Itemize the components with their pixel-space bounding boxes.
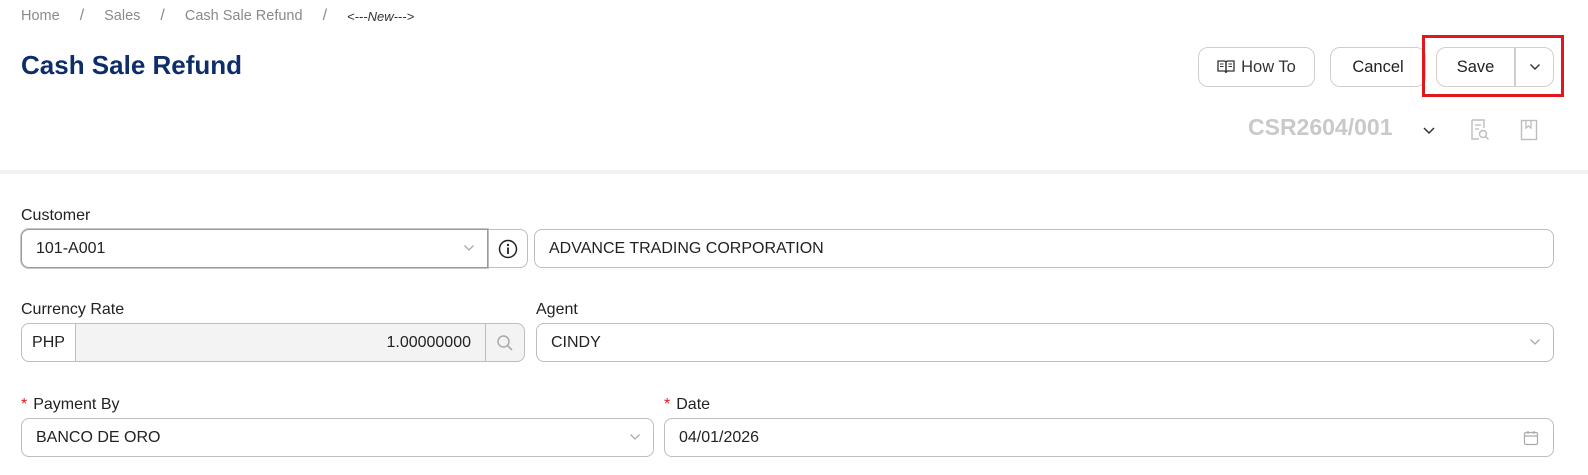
customer-label: Customer (21, 207, 91, 224)
book-icon (1217, 60, 1235, 74)
customer-name-field[interactable]: ADVANCE TRADING CORPORATION (534, 229, 1554, 268)
bookmark-icon (1520, 119, 1538, 141)
chevron-down-icon (630, 434, 640, 440)
agent-label: Agent (536, 301, 578, 318)
how-to-label: How To (1241, 57, 1296, 76)
payment-by-select[interactable]: BANCO DE ORO (21, 418, 654, 457)
currency-rate-field: 1.00000000 (75, 323, 486, 362)
customer-code-value: 101-A001 (36, 239, 106, 257)
chevron-down-icon (1530, 339, 1540, 345)
header-divider (0, 170, 1588, 174)
page-title: Cash Sale Refund (21, 50, 243, 80)
required-mark: * (21, 396, 28, 413)
breadcrumb-separator: / (79, 7, 85, 24)
bookmark-button[interactable] (1520, 119, 1538, 146)
currency-code: PHP (21, 323, 76, 362)
customer-name-value: ADVANCE TRADING CORPORATION (549, 239, 824, 257)
info-icon (498, 239, 518, 258)
breadcrumb: Home / Sales / Cash Sale Refund / <---Ne… (21, 6, 414, 26)
chevron-down-icon (464, 245, 474, 251)
breadcrumb-separator: / (160, 7, 165, 24)
currency-rate-label: Currency Rate (21, 301, 125, 318)
breadcrumb-cash-sale-refund[interactable]: Cash Sale Refund (185, 8, 303, 24)
date-value: 04/01/2026 (679, 428, 760, 446)
breadcrumb-current: <---New---> (347, 8, 415, 24)
payment-by-value: BANCO DE ORO (36, 428, 161, 446)
document-number: CSR2604/001 (1248, 114, 1393, 140)
agent-select[interactable]: CINDY (536, 323, 1554, 362)
date-label-text: Date (676, 396, 711, 413)
highlight-box (1422, 35, 1564, 97)
payment-by-label: * Payment By (21, 396, 120, 414)
breadcrumb-separator: / (322, 7, 328, 24)
agent-value: CINDY (551, 333, 601, 351)
search-icon (497, 334, 513, 351)
how-to-button[interactable]: How To (1198, 47, 1315, 87)
preview-icon (1471, 119, 1489, 140)
customer-info-button[interactable] (488, 229, 528, 268)
customer-code-select[interactable]: 101-A001 (21, 229, 488, 268)
breadcrumb-sales[interactable]: Sales (104, 8, 140, 24)
payment-by-label-text: Payment By (33, 396, 120, 413)
date-label: * Date (664, 396, 710, 414)
currency-search-button[interactable] (485, 323, 525, 362)
chevron-down-icon (1423, 127, 1435, 135)
document-number-dropdown[interactable] (1422, 121, 1436, 144)
calendar-icon[interactable] (1523, 430, 1539, 446)
cancel-button[interactable]: Cancel (1330, 47, 1426, 87)
preview-document-button[interactable] (1470, 119, 1490, 146)
required-mark: * (664, 396, 671, 413)
breadcrumb-home[interactable]: Home (21, 8, 60, 24)
date-field[interactable]: 04/01/2026 (664, 418, 1554, 457)
